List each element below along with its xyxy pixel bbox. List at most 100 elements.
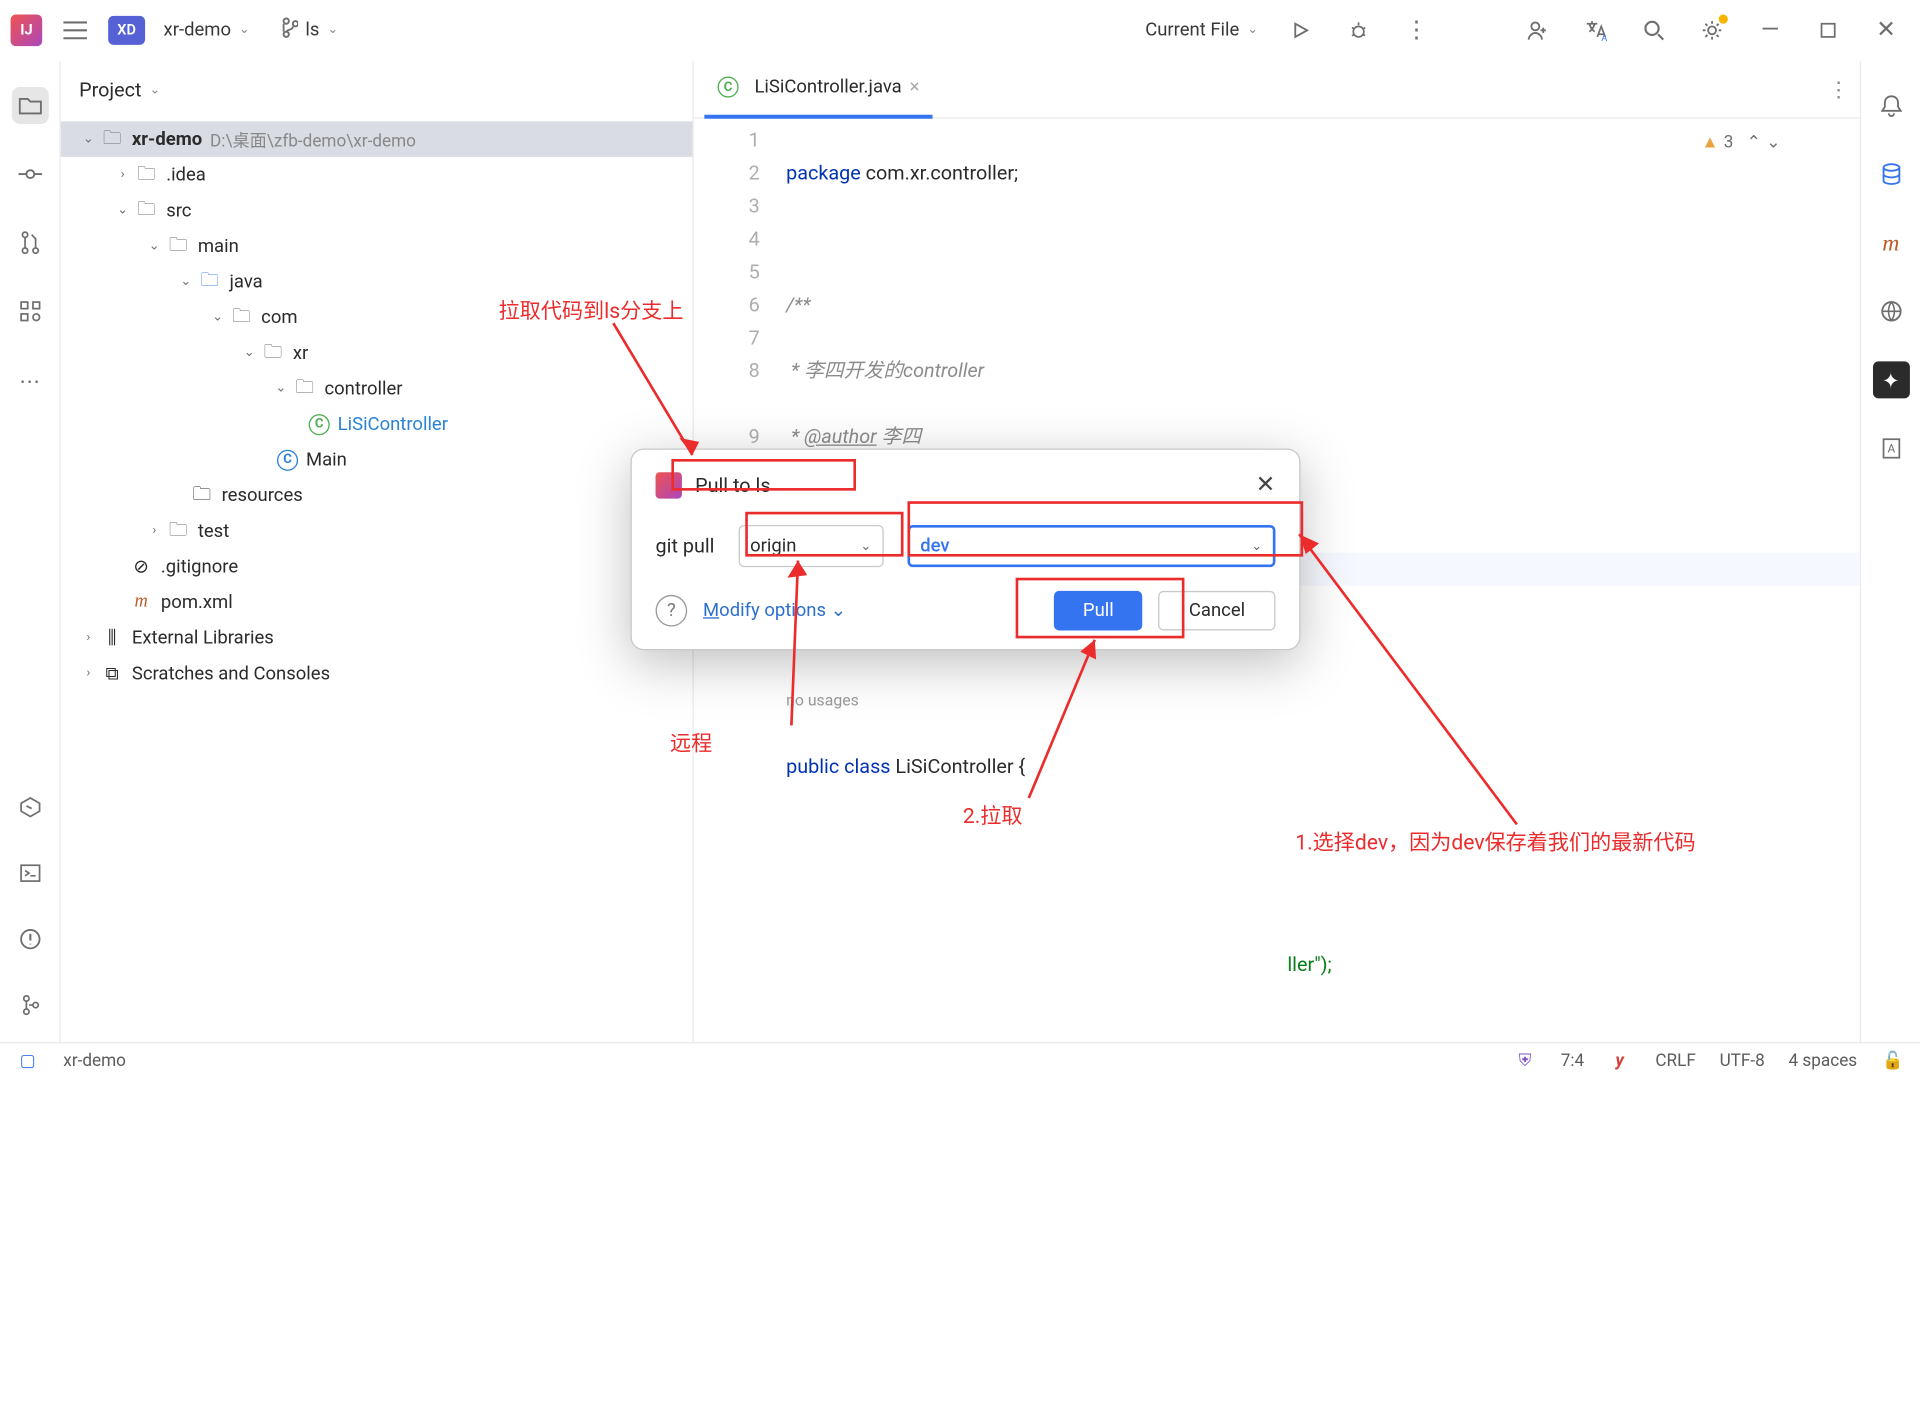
expand-icon[interactable]: ⌄: [240, 346, 258, 361]
more-tools-icon[interactable]: ⋯: [11, 361, 48, 398]
expand-icon[interactable]: ›: [145, 524, 163, 539]
translate-icon[interactable]: A: [1572, 6, 1619, 53]
commit-tool-icon[interactable]: [11, 156, 48, 193]
minimize-button[interactable]: ―: [1746, 6, 1793, 53]
tree-item-main-class[interactable]: CMain: [61, 442, 693, 478]
tree-label: LiSiController: [338, 414, 448, 435]
expand-icon[interactable]: ⌄: [177, 274, 195, 289]
settings-icon[interactable]: [1688, 6, 1735, 53]
y-icon[interactable]: y: [1608, 1049, 1632, 1073]
usages-hint[interactable]: no usages: [786, 685, 1860, 718]
chevron-down-icon[interactable]: ⌄: [1766, 127, 1780, 160]
tree-item-lisicontroller[interactable]: CLiSiController: [61, 406, 693, 442]
tree-item-scratches[interactable]: ›⧉Scratches and Consoles: [61, 656, 693, 692]
tree-label: com: [261, 307, 297, 328]
tab-more-icon[interactable]: ⋮: [1828, 77, 1849, 102]
tree-item-java[interactable]: ⌄🗀java: [61, 264, 693, 300]
git-branch-dropdown[interactable]: ls ⌄: [268, 11, 346, 48]
tree-item-gitignore[interactable]: ⊘.gitignore: [61, 549, 693, 585]
tree-item-external-libs[interactable]: ›⫼External Libraries: [61, 620, 693, 656]
project-tree: ⌄ 🗀 xr-demo D:\桌面\zfb-demo\xr-demo ›🗀.id…: [61, 119, 693, 1042]
expand-icon[interactable]: ⌄: [113, 203, 131, 218]
search-icon[interactable]: [1630, 6, 1677, 53]
line-number: 1: [694, 124, 760, 157]
expand-icon[interactable]: ⌄: [145, 239, 163, 254]
shield-icon[interactable]: ⛨: [1513, 1049, 1537, 1073]
tree-item-xr[interactable]: ⌄🗀xr: [61, 335, 693, 371]
notifications-icon[interactable]: [1872, 87, 1909, 124]
svg-text:A: A: [1887, 441, 1895, 455]
readonly-icon[interactable]: 🔓: [1881, 1049, 1905, 1073]
tree-item-src[interactable]: ⌄🗀src: [61, 193, 693, 229]
expand-icon[interactable]: ›: [79, 630, 97, 645]
tree-item-pom[interactable]: mpom.xml: [61, 584, 693, 620]
status-encoding[interactable]: UTF-8: [1720, 1051, 1765, 1071]
expand-icon[interactable]: ›: [113, 168, 131, 183]
maximize-button[interactable]: [1804, 6, 1851, 53]
folder-icon: 🗀: [135, 195, 159, 227]
ai-tool-icon[interactable]: ✦: [1872, 361, 1909, 398]
maven-tool-icon[interactable]: m: [1872, 224, 1909, 261]
tree-root[interactable]: ⌄ 🗀 xr-demo D:\桌面\zfb-demo\xr-demo: [61, 121, 693, 157]
maven-icon: m: [129, 592, 153, 613]
expand-icon[interactable]: ›: [79, 666, 97, 681]
database-tool-icon[interactable]: [1872, 156, 1909, 193]
chevron-down-icon: ⌄: [1247, 22, 1258, 37]
close-dialog-button[interactable]: ✕: [1256, 471, 1276, 499]
close-button[interactable]: ✕: [1862, 6, 1909, 53]
expand-icon[interactable]: ⌄: [272, 381, 290, 396]
code-with-me-icon[interactable]: [1514, 6, 1561, 53]
project-panel-header[interactable]: Project ⌄: [61, 61, 693, 119]
services-tool-icon[interactable]: [11, 789, 48, 826]
cancel-button[interactable]: Cancel: [1159, 591, 1276, 631]
status-module[interactable]: xr-demo: [63, 1051, 126, 1071]
expand-icon[interactable]: ⌄: [208, 310, 226, 325]
globe-icon[interactable]: [1872, 293, 1909, 330]
chevron-down-icon: ⌄: [239, 22, 250, 37]
branch-combo[interactable]: dev ⌄: [907, 525, 1275, 567]
tree-item-main[interactable]: ⌄🗀main: [61, 228, 693, 264]
pull-requests-icon[interactable]: [11, 224, 48, 261]
tree-item-idea[interactable]: ›🗀.idea: [61, 157, 693, 193]
package-icon: 🗀: [230, 301, 254, 333]
status-caret-pos[interactable]: 7:4: [1561, 1051, 1584, 1071]
code-token: 李四: [877, 425, 921, 449]
branch-icon: [276, 16, 297, 42]
tree-path: D:\桌面\zfb-demo\xr-demo: [210, 127, 416, 152]
editor-tabs: C LiSiController.java × ⋮: [694, 61, 1860, 119]
status-indent[interactable]: 4 spaces: [1789, 1051, 1858, 1071]
more-actions-button[interactable]: ⋮: [1393, 6, 1440, 53]
pull-button[interactable]: Pull: [1054, 591, 1143, 631]
structure-tool-icon[interactable]: [11, 293, 48, 330]
tree-label: xr: [293, 342, 308, 363]
run-button[interactable]: [1277, 6, 1324, 53]
tree-item-test[interactable]: ›🗀test: [61, 513, 693, 549]
editor-tab-lisicontroller[interactable]: C LiSiController.java ×: [704, 60, 932, 118]
run-config-dropdown[interactable]: Current File ⌄: [1137, 14, 1266, 46]
tree-item-com[interactable]: ⌄ 🗀 com: [61, 299, 693, 335]
status-line-sep[interactable]: CRLF: [1655, 1051, 1695, 1071]
terminal-tool-icon[interactable]: [11, 855, 48, 892]
expand-icon[interactable]: ⌄: [79, 132, 97, 147]
close-tab-icon[interactable]: ×: [910, 77, 920, 98]
coverage-tool-icon[interactable]: A: [1872, 430, 1909, 467]
code-token: LiSiController {: [895, 754, 1025, 778]
line-number: 4: [694, 223, 760, 256]
help-button[interactable]: ?: [656, 595, 688, 627]
remote-combo[interactable]: origin ⌄: [738, 525, 883, 567]
project-panel: Project ⌄ ⌄ 🗀 xr-demo D:\桌面\zfb-demo\xr-…: [61, 61, 694, 1042]
problems-tool-icon[interactable]: [11, 921, 48, 958]
chevron-down-icon: ⌄: [860, 539, 871, 554]
debug-button[interactable]: [1335, 6, 1382, 53]
modify-options-link[interactable]: Modify options ⌄: [703, 600, 846, 621]
tree-item-controller[interactable]: ⌄🗀controller: [61, 371, 693, 407]
inspection-badge[interactable]: ▲ 3 ⌃ ⌄: [1702, 127, 1781, 160]
project-tool-icon[interactable]: [11, 87, 48, 124]
main-menu-button[interactable]: [53, 7, 98, 52]
line-number: 7: [694, 322, 760, 355]
code-token: public class: [786, 754, 895, 778]
chevron-up-icon[interactable]: ⌃: [1747, 127, 1761, 160]
tree-item-resources[interactable]: 🗀resources: [61, 477, 693, 513]
git-tool-icon[interactable]: [11, 987, 48, 1024]
project-name-dropdown[interactable]: xr-demo ⌄: [156, 14, 258, 46]
